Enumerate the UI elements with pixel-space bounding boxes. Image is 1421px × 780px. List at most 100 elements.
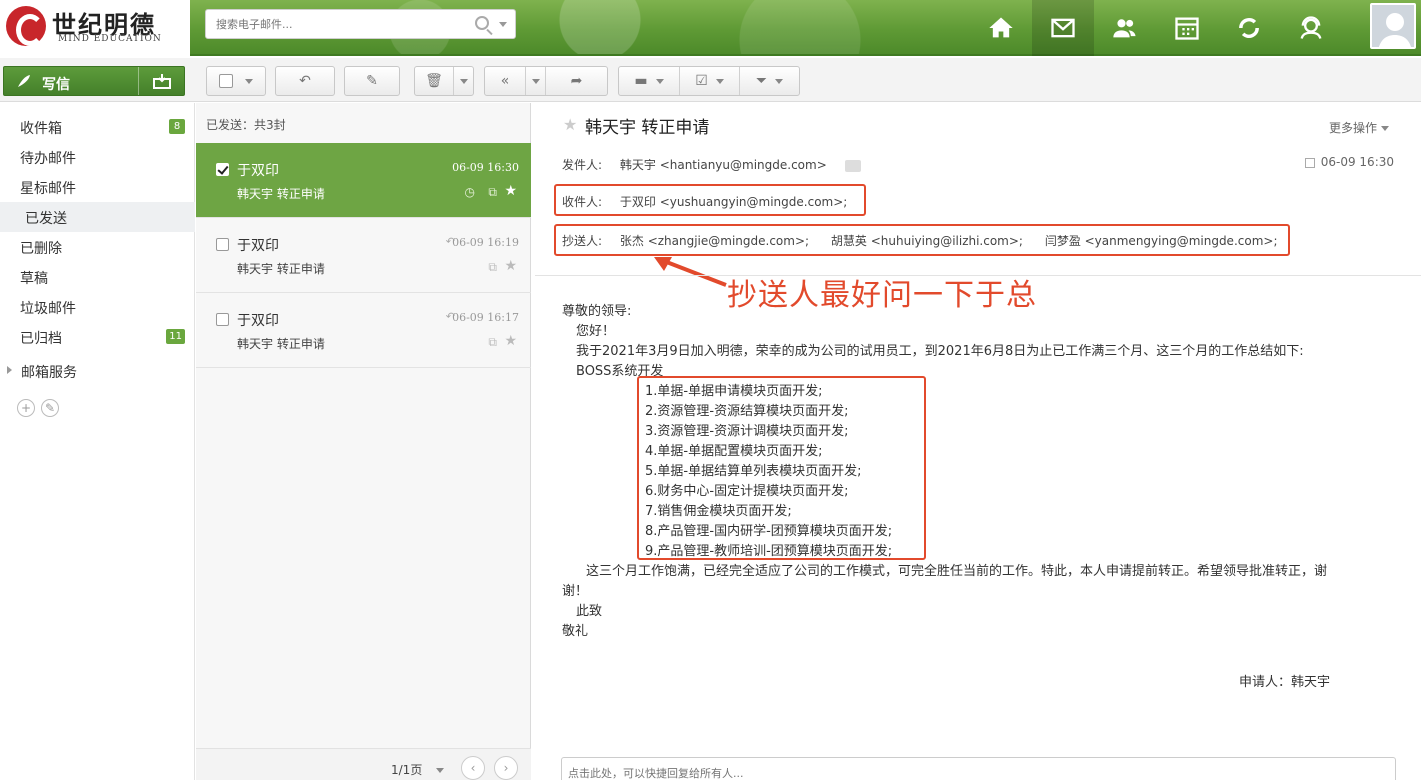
- copy-icon[interactable]: ⧉: [488, 260, 497, 275]
- sync-icon[interactable]: [1218, 0, 1280, 56]
- move-button[interactable]: ▬: [619, 67, 679, 95]
- delete-button[interactable]: 🗑: [415, 67, 453, 95]
- mail-from: 于双印: [237, 313, 279, 329]
- sidebar-item-mail-services[interactable]: 邮箱服务: [0, 356, 195, 386]
- filter-button[interactable]: ⏷: [739, 67, 799, 95]
- work-item: 9.产品管理-教师培训-团预算模块页面开发;: [645, 544, 893, 559]
- reply-menu-button[interactable]: [525, 67, 545, 95]
- forward-button[interactable]: ➦: [545, 67, 607, 95]
- body-paragraph-cont: 谢！: [562, 584, 589, 599]
- expand-icon[interactable]: [844, 159, 861, 172]
- add-folder-icon[interactable]: +: [17, 399, 35, 417]
- chevron-down-icon[interactable]: [436, 768, 444, 773]
- copy-icon[interactable]: ⧉: [488, 185, 497, 200]
- page-indicator[interactable]: 1/1页: [391, 761, 422, 778]
- star-icon[interactable]: ★: [504, 183, 517, 199]
- search-input[interactable]: [216, 10, 466, 38]
- undo-icon: ↶: [299, 73, 311, 89]
- work-item: 6.财务中心-固定计提模块页面开发;: [645, 484, 849, 499]
- edit-group: ✎: [344, 66, 400, 96]
- to-row: 收件人: 于双印 <yushuangyin@mingde.com>;: [562, 193, 847, 210]
- clock-icon[interactable]: ◷: [465, 185, 475, 199]
- prev-page-button[interactable]: ‹: [461, 756, 485, 780]
- compose-label: 写信: [42, 77, 70, 93]
- cc-recipient[interactable]: 闫梦盈 <yanmengying@mingde.com>;: [1045, 234, 1278, 248]
- select-all-checkbox[interactable]: [207, 67, 265, 95]
- cc-recipient[interactable]: 胡慧英 <huhuiying@ilizhi.com>;: [831, 234, 1023, 248]
- checklist-icon: ☑: [695, 73, 708, 89]
- mail-list: 已发送：共3封 于双印 06-09 16:30 韩天宇 转正申请 ◷ ⧉ ★ 于…: [196, 103, 531, 780]
- body-hello: 您好！: [576, 324, 616, 339]
- compose-button[interactable]: 写信: [3, 66, 185, 96]
- sidebar-item-label: 待办邮件: [20, 151, 76, 167]
- cc-recipient[interactable]: 张杰 <zhangjie@mingde.com>;: [620, 234, 809, 248]
- star-icon[interactable]: ★: [563, 115, 577, 134]
- copy-icon[interactable]: [1304, 157, 1315, 168]
- more-actions-button[interactable]: 更多操作: [1329, 119, 1389, 136]
- mail-icon[interactable]: [1032, 0, 1094, 56]
- brand-sub: MIND EDUCATION: [58, 34, 162, 44]
- receive-mail-icon[interactable]: [138, 67, 184, 95]
- sidebar-item-drafts[interactable]: 草稿: [0, 262, 195, 292]
- sidebar-item-label: 已发送: [25, 211, 67, 227]
- search-dropdown-icon[interactable]: [499, 22, 507, 27]
- search-icon[interactable]: [475, 16, 489, 30]
- forward-icon: ➦: [570, 73, 583, 89]
- mail-subject: 韩天宇 转正申请: [237, 337, 325, 351]
- star-icon[interactable]: ★: [504, 333, 517, 349]
- mail-subject: 韩天宇 转正申请: [237, 187, 325, 201]
- delete-menu-button[interactable]: [453, 67, 473, 95]
- mail-list-item[interactable]: 于双印 06-09 16:30 韩天宇 转正申请 ◷ ⧉ ★: [196, 143, 531, 218]
- reply-all-button[interactable]: «: [485, 67, 525, 95]
- annotation-text: 抄送人最好问一下于总: [727, 278, 1037, 313]
- sidebar-item-sent[interactable]: 已发送: [0, 202, 195, 232]
- sidebar-item-inbox[interactable]: 收件箱 8: [0, 112, 195, 142]
- logo[interactable]: 世纪明德 MIND EDUCATION: [0, 0, 190, 56]
- edit-button[interactable]: ✎: [345, 67, 399, 95]
- mail-checkbox[interactable]: [216, 313, 229, 326]
- star-icon[interactable]: ★: [504, 258, 517, 274]
- quick-reply-input[interactable]: [568, 760, 1368, 780]
- mail-checkbox[interactable]: [216, 163, 229, 176]
- undo-button[interactable]: ↶: [276, 67, 334, 95]
- sidebar-item-starred[interactable]: 星标邮件: [0, 172, 195, 202]
- support-icon[interactable]: [1280, 0, 1342, 56]
- quick-reply-box: [561, 757, 1396, 780]
- user-avatar[interactable]: [1370, 3, 1416, 49]
- mark-button[interactable]: ☑: [679, 67, 739, 95]
- from-value[interactable]: 韩天宇 <hantianyu@mingde.com>: [620, 158, 827, 172]
- sidebar-tools: + ✎: [17, 399, 59, 417]
- sidebar-item-label: 星标邮件: [20, 181, 76, 197]
- pencil-icon: ✎: [366, 73, 378, 89]
- unread-badge: 11: [166, 329, 185, 344]
- copy-icon[interactable]: ⧉: [488, 335, 497, 350]
- body-signature: 申请人：韩天宇: [1239, 675, 1331, 690]
- trash-icon: 🗑: [425, 73, 443, 89]
- select-group: [206, 66, 266, 96]
- sidebar-item-label: 已删除: [20, 241, 62, 257]
- mail-list-item[interactable]: 于双印 ↶ 06-09 16:17 韩天宇 转正申请 ⧉ ★: [196, 293, 531, 368]
- to-value[interactable]: 于双印 <yushuangyin@mingde.com>;: [620, 195, 847, 209]
- top-bar: 世纪明德 MIND EDUCATION: [0, 0, 1421, 56]
- mail-list-item[interactable]: 于双印 ↶ 06-09 16:19 韩天宇 转正申请 ⧉ ★: [196, 218, 531, 293]
- body-closing: 此致: [576, 604, 603, 619]
- to-label: 收件人:: [562, 195, 603, 209]
- mail-checkbox[interactable]: [216, 238, 229, 251]
- sidebar-item-label: 邮箱服务: [21, 365, 77, 381]
- folder-sidebar: 收件箱 8 待办邮件 星标邮件 已发送 已删除 草稿 垃圾邮件 已归档 11 邮…: [0, 103, 195, 780]
- sidebar-item-deleted[interactable]: 已删除: [0, 232, 195, 262]
- calendar-icon[interactable]: [1156, 0, 1218, 56]
- contacts-icon[interactable]: [1094, 0, 1156, 56]
- sidebar-item-spam[interactable]: 垃圾邮件: [0, 292, 195, 322]
- sidebar-item-todo[interactable]: 待办邮件: [0, 142, 195, 172]
- sidebar-item-archived[interactable]: 已归档 11: [0, 322, 195, 352]
- mail-time: 06-09 16:17: [452, 311, 519, 324]
- next-page-button[interactable]: ›: [494, 756, 518, 780]
- work-item: 1.单据-单据申请模块页面开发;: [645, 384, 823, 399]
- reply-all-icon: «: [500, 73, 510, 89]
- wrench-icon[interactable]: ✎: [41, 399, 59, 417]
- home-icon[interactable]: [970, 0, 1032, 56]
- logo-icon: [6, 6, 46, 46]
- chevron-down-icon: [1381, 126, 1389, 131]
- body-greeting: 尊敬的领导:: [562, 304, 632, 319]
